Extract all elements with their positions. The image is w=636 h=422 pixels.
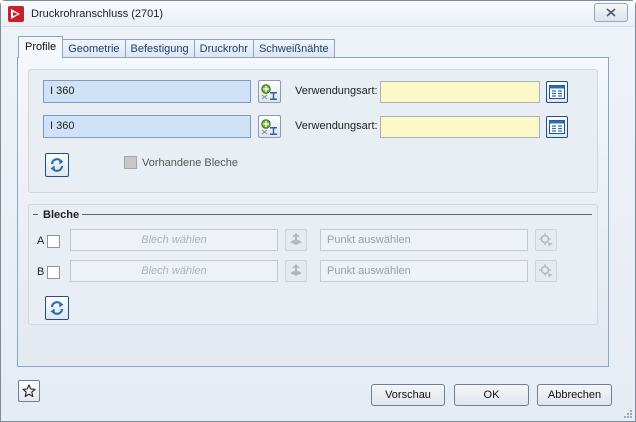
profile-select-button-2[interactable] <box>258 115 281 138</box>
usage-field-2[interactable] <box>380 116 540 138</box>
existing-sheets-label: Vorhandene Bleche <box>142 157 239 169</box>
swap-arrows-icon <box>50 301 64 315</box>
existing-sheets-checkbox[interactable] <box>124 156 137 169</box>
title-bar[interactable]: Druckrohranschluss (2701) <box>1 1 635 27</box>
tab-strip: Profile Geometrie Befestigung Druckrohr … <box>18 36 335 58</box>
list-table-icon <box>549 85 565 99</box>
usage-field-1[interactable] <box>380 81 540 103</box>
group-separator <box>33 214 38 215</box>
swap-profiles-button[interactable] <box>45 153 69 177</box>
sheet-select-icon <box>290 232 302 245</box>
favorites-button[interactable] <box>18 380 40 402</box>
sheet-a-field[interactable]: Blech wählen <box>70 229 278 251</box>
point-b-select-button[interactable] <box>535 260 557 282</box>
sheet-row-letter-b: B <box>37 266 45 278</box>
usage-label-1: Verwendungsart: <box>295 85 378 97</box>
dialog-window: Druckrohranschluss (2701) Profile Geomet… <box>0 0 636 422</box>
profile-field-1[interactable]: I 360 <box>43 80 251 103</box>
sheet-b-select-button[interactable] <box>285 260 307 282</box>
tab-pressure-pipe[interactable]: Druckrohr <box>193 39 254 58</box>
preview-button[interactable]: Vorschau <box>371 384 445 406</box>
group-separator <box>82 214 592 215</box>
usage-list-button-1[interactable] <box>546 81 568 103</box>
sheet-a-select-button[interactable] <box>285 229 307 251</box>
sheet-b-field[interactable]: Blech wählen <box>70 260 278 282</box>
point-select-icon <box>539 233 553 247</box>
close-icon <box>606 8 616 17</box>
cancel-button[interactable]: Abbrechen <box>537 384 612 406</box>
profile-field-2[interactable]: I 360 <box>43 115 251 138</box>
tab-welds[interactable]: Schweißnähte <box>252 39 335 58</box>
tab-geometry[interactable]: Geometrie <box>62 39 126 58</box>
sheet-row-letter-a: A <box>37 235 45 247</box>
point-select-icon <box>539 264 553 278</box>
sheet-b-checkbox[interactable] <box>47 266 60 279</box>
tab-profile[interactable]: Profile <box>18 36 64 58</box>
resize-grip-icon[interactable] <box>623 409 633 419</box>
profile-catalog-icon <box>261 118 277 135</box>
tab-mounting[interactable]: Befestigung <box>124 39 195 58</box>
usage-list-button-2[interactable] <box>546 116 568 138</box>
sheet-select-icon <box>290 263 302 276</box>
usage-label-2: Verwendungsart: <box>295 120 378 132</box>
point-a-select-button[interactable] <box>535 229 557 251</box>
point-b-field[interactable]: Punkt auswählen <box>320 260 528 282</box>
profile-catalog-icon <box>261 83 277 100</box>
list-table-icon <box>549 120 565 134</box>
star-icon <box>22 384 36 398</box>
swap-arrows-icon <box>50 158 64 172</box>
point-a-field[interactable]: Punkt auswählen <box>320 229 528 251</box>
close-button[interactable] <box>594 3 628 22</box>
ok-button[interactable]: OK <box>454 384 529 406</box>
hicad-app-icon <box>8 6 24 22</box>
window-title: Druckrohranschluss (2701) <box>31 8 164 20</box>
swap-sheets-button[interactable] <box>45 296 69 320</box>
profile-select-button-1[interactable] <box>258 80 281 103</box>
sheet-a-checkbox[interactable] <box>47 235 60 248</box>
sheets-group-title: Bleche <box>43 209 80 221</box>
